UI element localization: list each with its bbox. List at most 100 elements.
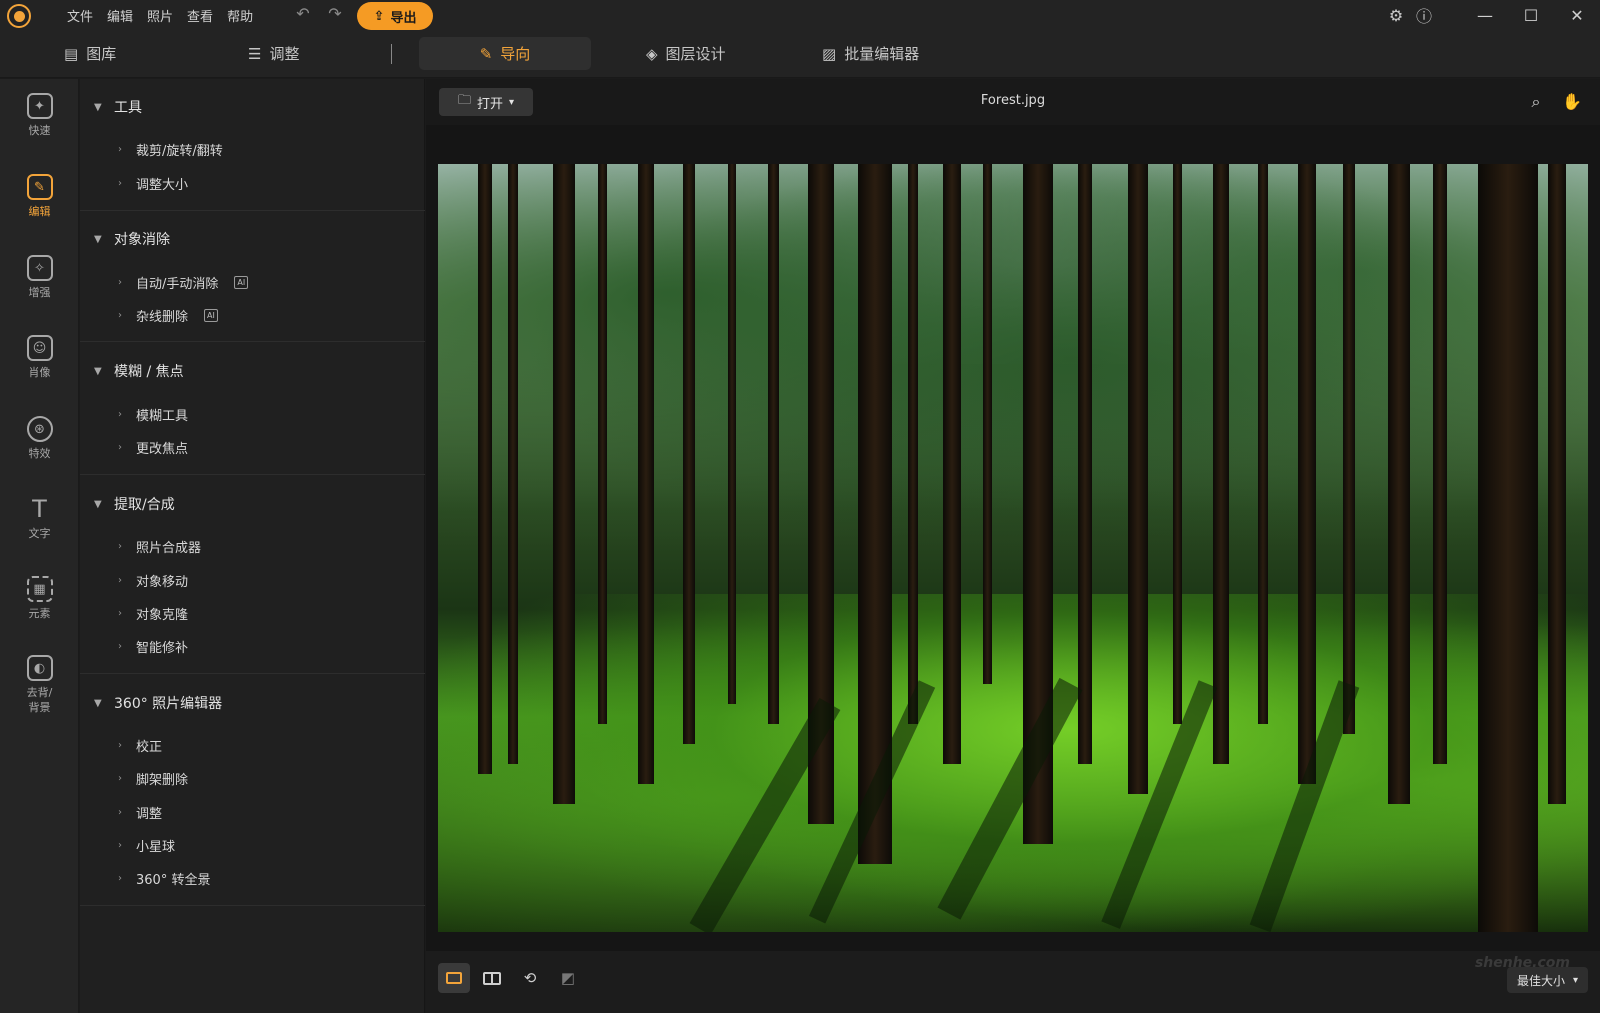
- tool-object-clone[interactable]: › 对象克隆: [118, 604, 188, 623]
- settings-gear-icon[interactable]: ⚙: [1382, 6, 1410, 25]
- tab-divider: [391, 44, 392, 64]
- menu-help[interactable]: 帮助: [220, 6, 260, 25]
- tool-blur[interactable]: › 模糊工具: [118, 405, 188, 424]
- tool-label: 小星球: [136, 840, 176, 855]
- rail-quick[interactable]: ✦ 快速: [0, 93, 79, 138]
- edit-image-icon: ✎: [26, 174, 53, 200]
- tool-change-focus[interactable]: › 更改焦点: [118, 438, 188, 457]
- section-blur-focus-header[interactable]: ▼ 模糊 / 焦点: [94, 361, 184, 381]
- tools-panel: ▼ 工具 › 裁剪/旋转/翻转 › 调整大小 ▼ 对象消除 › 自动/手动消除 …: [80, 79, 425, 1013]
- tool-auto-manual-removal[interactable]: › 自动/手动消除 AI: [118, 273, 249, 292]
- folder-icon: 🗀: [457, 93, 471, 108]
- tab-adjust[interactable]: ☰ 调整: [234, 37, 313, 70]
- tree-trunk: [1548, 164, 1566, 804]
- tree-trunk: [1298, 164, 1316, 784]
- rail-text-label: 文字: [28, 527, 51, 540]
- tool-360-adjust[interactable]: › 调整: [118, 803, 162, 822]
- ai-badge-icon: AI: [204, 309, 218, 322]
- remove-background-icon: ◐: [26, 655, 53, 681]
- tool-resize[interactable]: › 调整大小: [118, 174, 188, 193]
- history-button[interactable]: ⟲: [514, 963, 546, 993]
- rail-edit[interactable]: ✎ 编辑: [0, 174, 79, 219]
- tree-trunk: [768, 164, 779, 724]
- workspace-toolbar: 🗀 打开 ▾ Forest.jpg ⌕ ✋: [426, 79, 1600, 125]
- menu-edit[interactable]: 编辑: [100, 6, 140, 25]
- chevron-right-icon: ›: [118, 178, 122, 189]
- tool-label: 杂线删除: [136, 310, 189, 325]
- tree-trunk: [1258, 164, 1268, 724]
- rail-effects[interactable]: ⊛ 特效: [0, 416, 79, 461]
- redo-icon[interactable]: ↷: [325, 4, 345, 23]
- compare-button[interactable]: ◩: [552, 963, 584, 993]
- help-icon[interactable]: ⓘ: [1410, 3, 1438, 27]
- tree-trunk: [478, 164, 492, 774]
- tab-batch-editor[interactable]: ▨ 批量编辑器: [808, 37, 933, 70]
- section-extract-compose-header[interactable]: ▼ 提取/合成: [94, 494, 175, 514]
- tree-trunk: [1128, 164, 1148, 794]
- tab-layer-design[interactable]: ◈ 图层设计: [632, 37, 740, 70]
- tool-label: 脚架删除: [136, 773, 189, 788]
- section-divider: [80, 474, 425, 475]
- menu-file[interactable]: 文件: [60, 6, 100, 25]
- rail-enhance[interactable]: ✧ 增强: [0, 255, 79, 300]
- tool-tiny-planet[interactable]: › 小星球: [118, 836, 175, 855]
- rail-elements[interactable]: ▦ 元素: [0, 576, 79, 621]
- tool-label: 模糊工具: [136, 409, 189, 424]
- effects-icon: ⊛: [26, 416, 53, 442]
- rail-portrait-label: 肖像: [28, 366, 51, 379]
- tab-library[interactable]: ▤ 图库: [50, 37, 130, 70]
- upload-icon: ⇪: [373, 8, 385, 24]
- tab-guided[interactable]: ✎ 导向: [419, 37, 591, 70]
- single-view-button[interactable]: [438, 963, 470, 993]
- tool-smart-patch[interactable]: › 智能修补: [118, 637, 188, 656]
- left-tool-rail: ✦ 快速 ✎ 编辑 ✧ 增强 ☺ 肖像 ⊛ 特效 T 文字 ▦ 元素 ◐ 去背/: [0, 79, 79, 1013]
- chevron-right-icon: ›: [118, 144, 122, 155]
- section-title: 工具: [114, 100, 142, 116]
- photo-canvas[interactable]: [438, 164, 1588, 932]
- rail-elements-label: 元素: [28, 607, 51, 620]
- tool-360-to-panorama[interactable]: › 360° 转全景: [118, 869, 210, 888]
- tool-wire-removal[interactable]: › 杂线删除 AI: [118, 306, 218, 325]
- tool-photo-composer[interactable]: › 照片合成器: [118, 537, 201, 556]
- app-logo: [7, 4, 31, 28]
- workspace-bottom-bar: ⟲ ◩ shenhe.com 最佳大小 ▾: [426, 951, 1600, 1013]
- zoom-search-icon[interactable]: ⌕: [1522, 88, 1550, 116]
- minimize-button[interactable]: —: [1462, 6, 1508, 25]
- tab-adjust-label: 调整: [269, 45, 300, 63]
- maximize-button[interactable]: ☐: [1508, 6, 1554, 25]
- section-title: 对象消除: [114, 232, 170, 248]
- chevron-right-icon: ›: [118, 740, 122, 751]
- close-button[interactable]: ✕: [1554, 6, 1600, 25]
- tree-trunk: [1343, 164, 1355, 734]
- open-file-button[interactable]: 🗀 打开 ▾: [439, 88, 533, 116]
- rail-effects-label: 特效: [28, 447, 51, 460]
- menu-view[interactable]: 查看: [180, 6, 220, 25]
- tool-tripod-removal[interactable]: › 脚架删除: [118, 769, 188, 788]
- undo-icon[interactable]: ↶: [293, 4, 313, 23]
- tree-trunk: [1478, 164, 1538, 932]
- sliders-icon: ☰: [248, 44, 262, 63]
- section-tools-header[interactable]: ▼ 工具: [94, 97, 142, 117]
- chevron-right-icon: ›: [118, 277, 122, 288]
- split-view-icon: [483, 971, 501, 985]
- tool-object-move[interactable]: › 对象移动: [118, 571, 188, 590]
- quick-magic-icon: ✦: [26, 93, 53, 119]
- zoom-level-select[interactable]: 最佳大小 ▾: [1506, 967, 1588, 993]
- rail-portrait[interactable]: ☺ 肖像: [0, 335, 79, 380]
- single-view-icon: [446, 972, 462, 984]
- menu-photo[interactable]: 照片: [140, 6, 180, 25]
- tool-crop-rotate-flip[interactable]: › 裁剪/旋转/翻转: [118, 140, 223, 159]
- chevron-down-icon: ▾: [1572, 974, 1578, 986]
- section-object-removal-header[interactable]: ▼ 对象消除: [94, 229, 170, 249]
- chevron-down-icon: ▼: [94, 498, 102, 510]
- tool-360-correction[interactable]: › 校正: [118, 736, 162, 755]
- pan-hand-icon[interactable]: ✋: [1558, 88, 1586, 116]
- chevron-right-icon: ›: [118, 773, 122, 784]
- export-button[interactable]: ⇪ 导出: [357, 2, 433, 30]
- section-360-editor-header[interactable]: ▼ 360° 照片编辑器: [94, 693, 222, 713]
- split-view-button[interactable]: [476, 963, 508, 993]
- rail-remove-background[interactable]: ◐ 去背/ 背景: [0, 655, 79, 715]
- rail-text[interactable]: T 文字: [0, 495, 79, 541]
- section-title: 提取/合成: [114, 497, 175, 513]
- tool-label: 自动/手动消除: [136, 277, 219, 292]
